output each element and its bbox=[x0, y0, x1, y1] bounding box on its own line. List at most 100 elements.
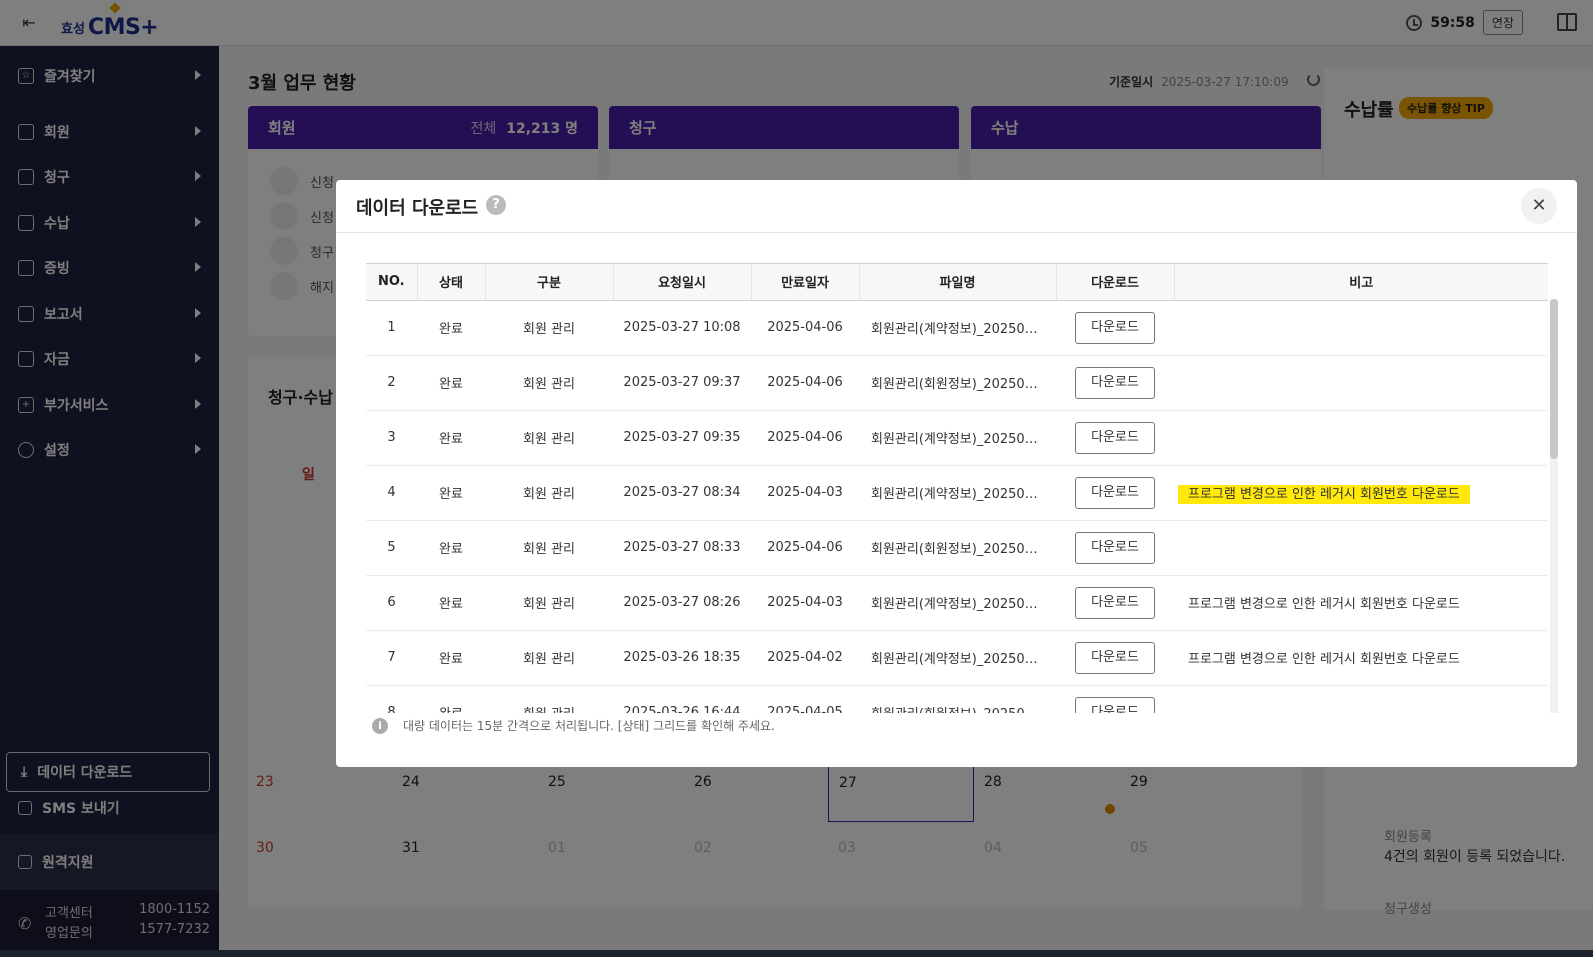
filename-cell: 회원관리(계약정보)_20250… bbox=[859, 575, 1056, 631]
download-button[interactable]: 다운로드 bbox=[1075, 421, 1155, 454]
info-icon: i bbox=[372, 717, 388, 734]
download-cell: 다운로드 bbox=[1056, 465, 1174, 521]
note-text: 프로그램 변경으로 인한 레거시 회원번호 다운로드 bbox=[1178, 485, 1470, 504]
table-row: 6 완료 회원 관리 2025-03-27 08:26 2025-04-03 회원관리(계… bbox=[366, 575, 1548, 631]
download-cell: 다운로드 bbox=[1056, 355, 1174, 411]
info-text: 대량 데이터는 15분 간격으로 처리됩니다. [상태] 그리드를 확인해 주세… bbox=[403, 719, 775, 733]
note-text: 프로그램 변경으로 인한 레거시 회원번호 다운로드 bbox=[1188, 652, 1460, 667]
expires-cell: 2025-04-06 bbox=[751, 355, 859, 411]
download-button[interactable]: 다운로드 bbox=[1075, 366, 1155, 399]
category-cell: 회원 관리 bbox=[485, 630, 613, 686]
column-header: 다운로드 bbox=[1056, 264, 1175, 301]
filename-cell: 회원관리(계약정보)_20250… bbox=[859, 300, 1056, 356]
row-number: 8 bbox=[366, 685, 417, 713]
filename-cell: 회원관리(계약정보)_20250… bbox=[859, 410, 1056, 466]
requested-cell: 2025-03-27 09:37 bbox=[613, 355, 751, 411]
expires-cell: 2025-04-05 bbox=[751, 685, 859, 713]
column-header: 만료일자 bbox=[751, 264, 860, 301]
table-row: 7 완료 회원 관리 2025-03-26 18:35 2025-04-02 회원관리(계… bbox=[366, 630, 1548, 686]
category-cell: 회원 관리 bbox=[485, 575, 613, 631]
download-button[interactable]: 다운로드 bbox=[1075, 476, 1155, 509]
note-cell: 프로그램 변경으로 인한 레거시 회원번호 다운로드 bbox=[1174, 630, 1548, 686]
expires-cell: 2025-04-06 bbox=[751, 300, 859, 356]
table-scrollbar[interactable] bbox=[1550, 299, 1558, 713]
note-cell bbox=[1174, 520, 1548, 576]
column-header: 요청일시 bbox=[613, 264, 752, 301]
download-table: NO. 상태 구분 요청일시 만료일자 파일명 다운로드 비고 1 완료 회원 관리… bbox=[366, 263, 1548, 713]
help-icon[interactable]: ? bbox=[486, 195, 506, 215]
table-row: 8완료회원 관리2025-03-26 16:442025-04-05회원관리(회… bbox=[366, 685, 1548, 713]
column-header: 구분 bbox=[485, 264, 614, 301]
filename-cell: 회원관리(회원정보)_20250… bbox=[859, 355, 1056, 411]
download-cell: 다운로드 bbox=[1056, 300, 1174, 356]
row-number: 6 bbox=[366, 575, 417, 631]
column-header: 비고 bbox=[1174, 264, 1548, 301]
download-button[interactable]: 다운로드 bbox=[1075, 311, 1155, 344]
table-row: 3 완료 회원 관리 2025-03-27 09:35 2025-04-06 회원관리(계… bbox=[366, 410, 1548, 466]
expires-cell: 2025-04-03 bbox=[751, 465, 859, 521]
requested-cell: 2025-03-26 18:35 bbox=[613, 630, 751, 686]
status-cell: 완료 bbox=[417, 520, 485, 576]
note-cell bbox=[1174, 410, 1548, 466]
note-cell bbox=[1174, 300, 1548, 356]
download-button[interactable]: 다운로드 bbox=[1075, 641, 1155, 674]
column-header: 파일명 bbox=[859, 264, 1057, 301]
category-cell: 회원 관리 bbox=[485, 520, 613, 576]
table-row: 4 완료 회원 관리 2025-03-27 08:34 2025-04-03 회원관리(계… bbox=[366, 465, 1548, 521]
note-cell: 프로그램 변경으로 인한 레거시 회원번호 다운로드 bbox=[1174, 465, 1548, 521]
note-cell bbox=[1174, 355, 1548, 411]
row-number: 5 bbox=[366, 520, 417, 576]
download-cell: 다운로드 bbox=[1056, 575, 1174, 631]
modal-header: 데이터 다운로드 ? ✕ bbox=[336, 180, 1577, 233]
note-cell: 프로그램 변경으로 인한 레거시 회원번호 다운로드 bbox=[1174, 575, 1548, 631]
download-button[interactable]: 다운로드 bbox=[1075, 696, 1155, 713]
filename-cell: 회원관리(계약정보)_20250… bbox=[859, 465, 1056, 521]
category-cell: 회원 관리 bbox=[485, 465, 613, 521]
row-number: 7 bbox=[366, 630, 417, 686]
requested-cell: 2025-03-26 16:44 bbox=[613, 685, 751, 713]
status-cell: 완료 bbox=[417, 355, 485, 411]
status-cell: 완료 bbox=[417, 465, 485, 521]
download-cell: 다운로드 bbox=[1056, 520, 1174, 576]
requested-cell: 2025-03-27 08:33 bbox=[613, 520, 751, 576]
download-button[interactable]: 다운로드 bbox=[1075, 586, 1155, 619]
download-cell: 다운로드 bbox=[1056, 410, 1174, 466]
category-cell: 회원 관리 bbox=[485, 355, 613, 411]
table-header-row: NO. 상태 구분 요청일시 만료일자 파일명 다운로드 비고 bbox=[366, 264, 1548, 301]
row-number: 2 bbox=[366, 355, 417, 411]
table-row: 5 완료 회원 관리 2025-03-27 08:33 2025-04-06 회원관리(회… bbox=[366, 520, 1548, 576]
status-cell: 완료 bbox=[417, 685, 485, 713]
row-number: 1 bbox=[366, 300, 417, 356]
note-text: 프로그램 변경으로 인한 레거시 회원번호 다운로드 bbox=[1188, 597, 1460, 612]
expires-cell: 2025-04-06 bbox=[751, 410, 859, 466]
scrollbar-thumb[interactable] bbox=[1550, 299, 1558, 459]
status-cell: 완료 bbox=[417, 300, 485, 356]
download-cell: 다운로드 bbox=[1056, 685, 1174, 713]
status-cell: 완료 bbox=[417, 575, 485, 631]
close-icon: ✕ bbox=[1531, 195, 1547, 216]
status-cell: 완료 bbox=[417, 630, 485, 686]
category-cell: 회원 관리 bbox=[485, 410, 613, 466]
requested-cell: 2025-03-27 09:35 bbox=[613, 410, 751, 466]
expires-cell: 2025-04-02 bbox=[751, 630, 859, 686]
download-button[interactable]: 다운로드 bbox=[1075, 531, 1155, 564]
row-number: 3 bbox=[366, 410, 417, 466]
close-button[interactable]: ✕ bbox=[1521, 188, 1557, 224]
column-header: 상태 bbox=[417, 264, 486, 301]
status-cell: 완료 bbox=[417, 410, 485, 466]
requested-cell: 2025-03-27 08:26 bbox=[613, 575, 751, 631]
data-download-modal: 데이터 다운로드 ? ✕ NO. 상태 구분 요청일시 만료일자 파일명 다운로… bbox=[336, 180, 1577, 767]
table-row: 1 완료 회원 관리 2025-03-27 10:08 2025-04-06 회원관리(계… bbox=[366, 300, 1548, 356]
requested-cell: 2025-03-27 10:08 bbox=[613, 300, 751, 356]
category-cell: 회원 관리 bbox=[485, 685, 613, 713]
table-row: 2 완료 회원 관리 2025-03-27 09:37 2025-04-06 회원관리(회… bbox=[366, 355, 1548, 411]
expires-cell: 2025-04-06 bbox=[751, 520, 859, 576]
info-message: i 대량 데이터는 15분 간격으로 처리됩니다. [상태] 그리드를 확인해 … bbox=[372, 717, 775, 734]
expires-cell: 2025-04-03 bbox=[751, 575, 859, 631]
filename-cell: 회원관리(회원정보)_20250… bbox=[859, 685, 1056, 713]
filename-cell: 회원관리(회원정보)_20250… bbox=[859, 520, 1056, 576]
download-cell: 다운로드 bbox=[1056, 630, 1174, 686]
note-cell bbox=[1174, 685, 1548, 713]
column-header: NO. bbox=[366, 264, 418, 301]
row-number: 4 bbox=[366, 465, 417, 521]
